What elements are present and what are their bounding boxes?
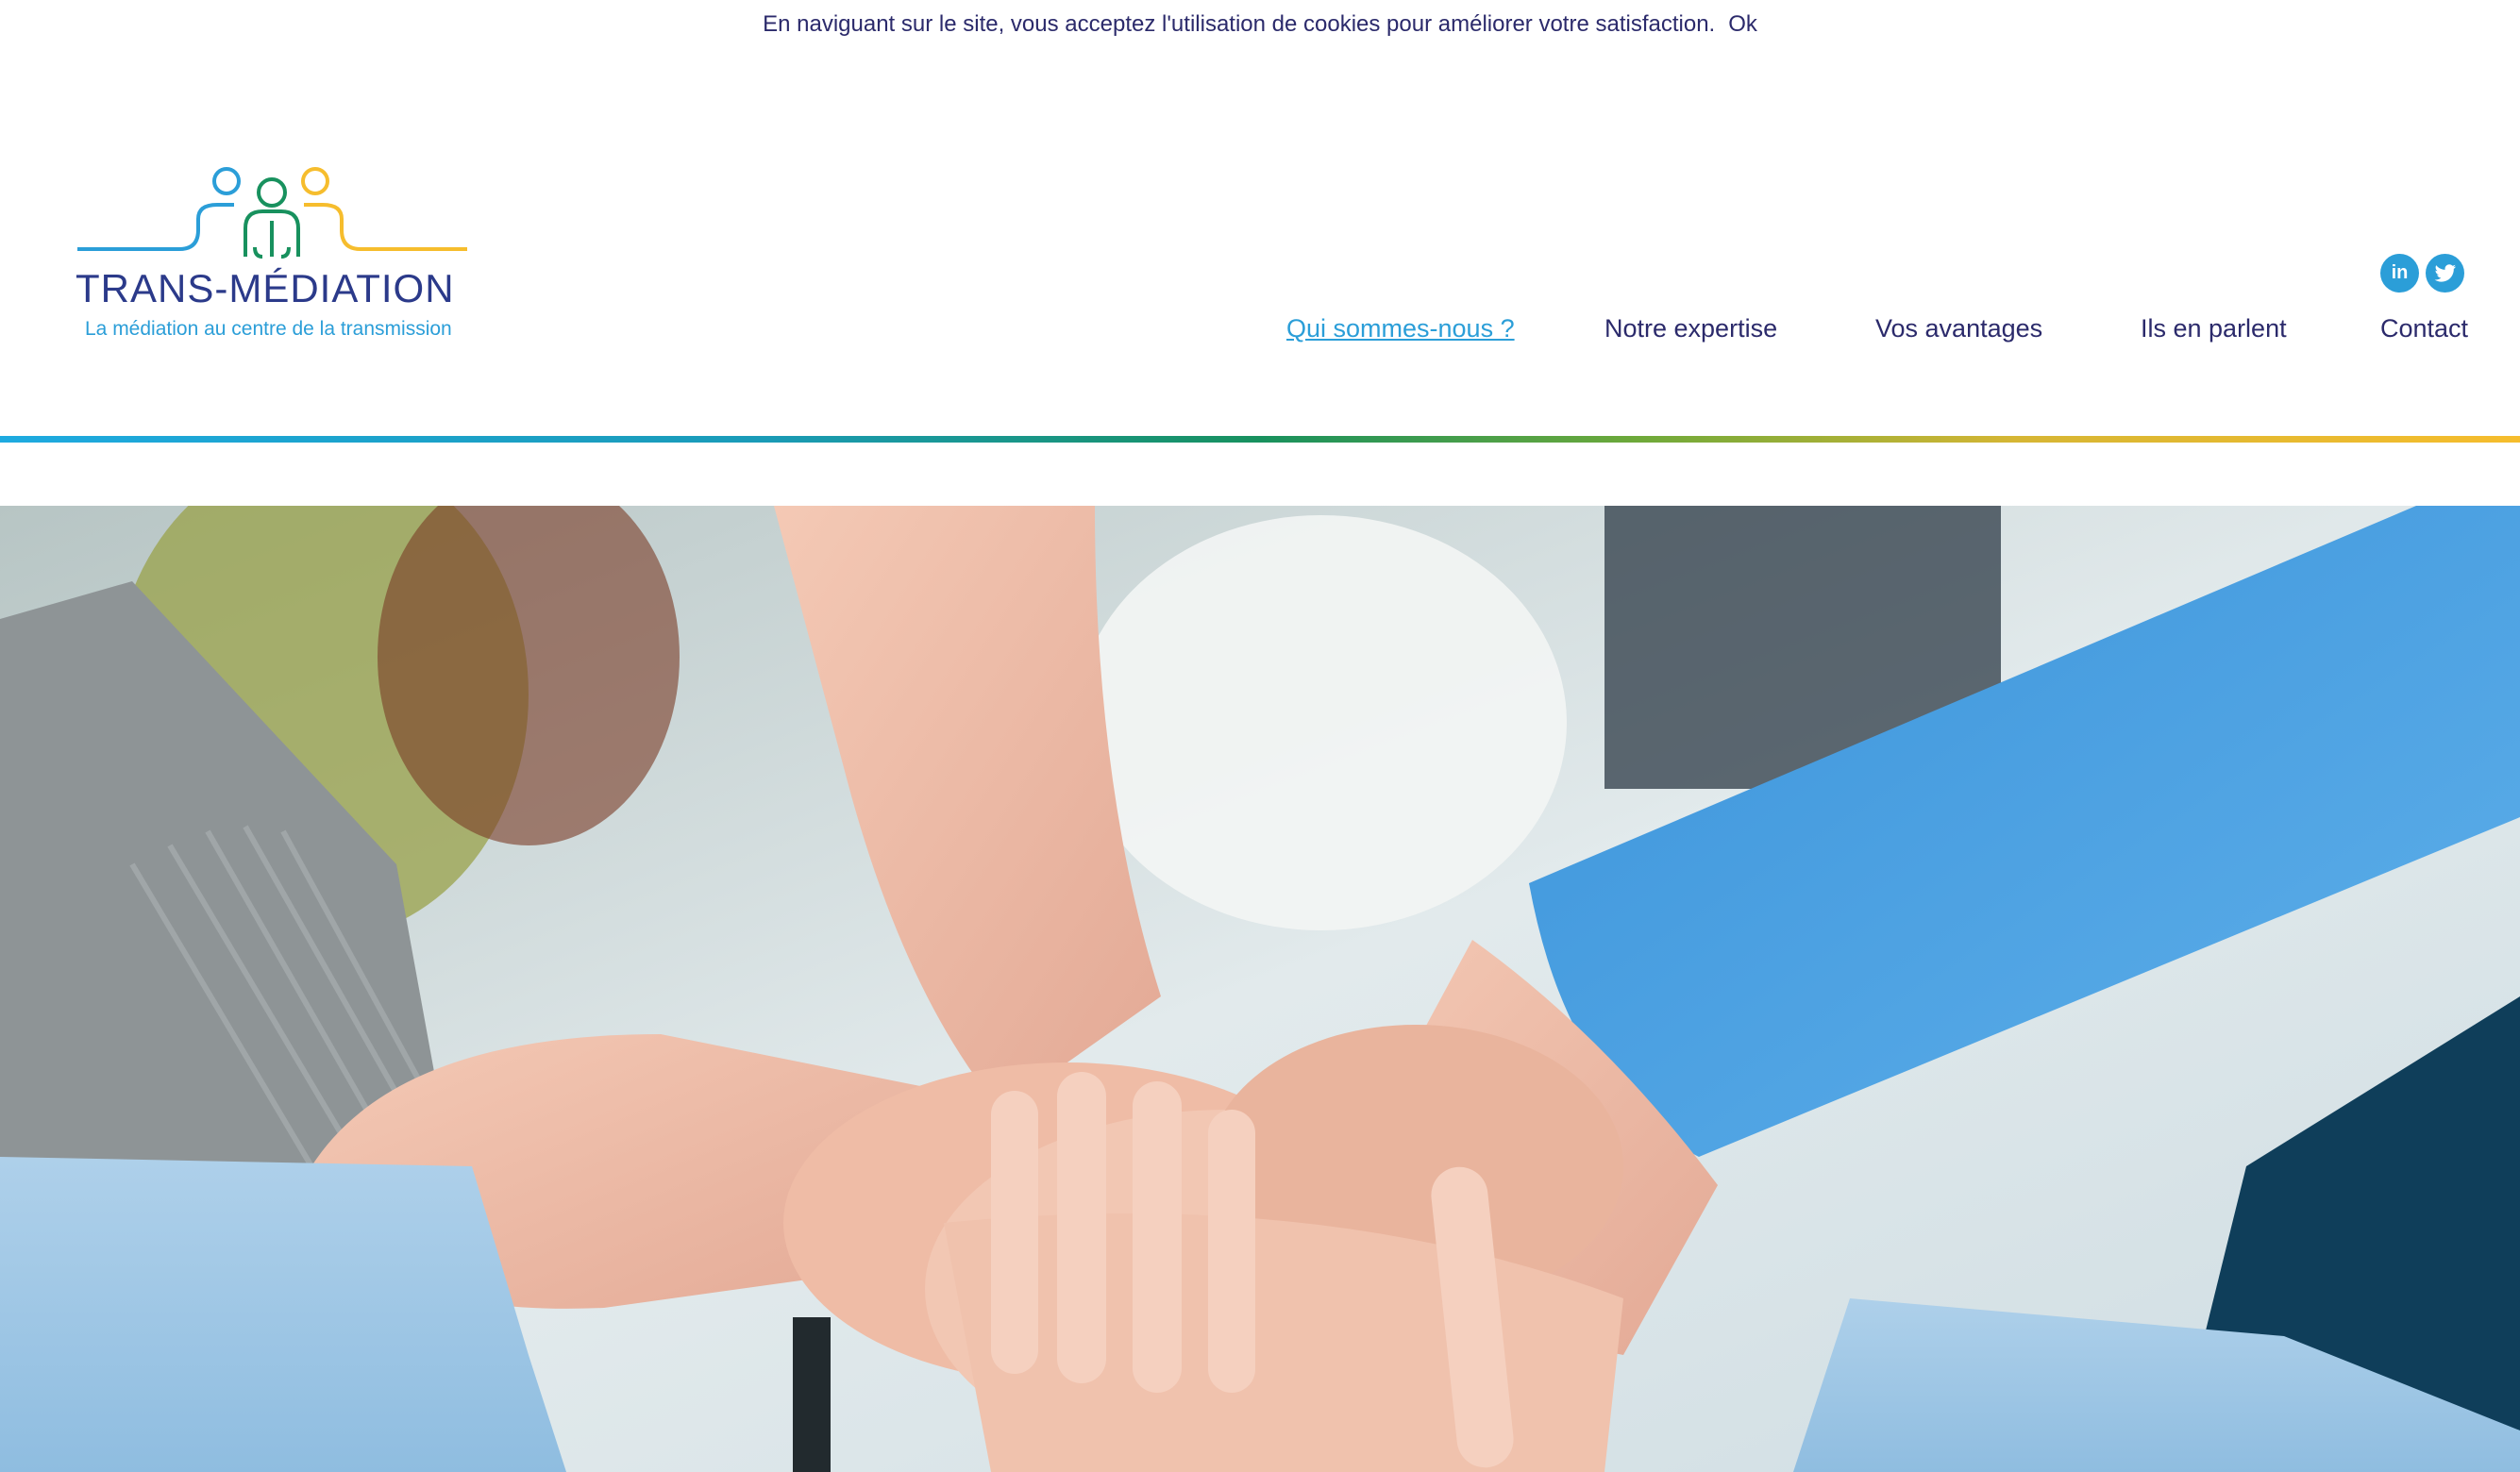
linkedin-icon[interactable]: in xyxy=(2380,254,2419,293)
nav-item-notre-expertise[interactable]: Notre expertise xyxy=(1604,314,1777,343)
hero-image xyxy=(0,506,2520,1472)
main-nav: Qui sommes-nous ? Notre expertise Vos av… xyxy=(0,314,2520,348)
twitter-icon[interactable] xyxy=(2426,254,2464,293)
linkedin-label: in xyxy=(2391,262,2409,283)
hero-hands-illustration xyxy=(0,506,2520,1472)
cookie-message: En naviguant sur le site, vous acceptez … xyxy=(763,11,1716,37)
nav-item-qui-sommes-nous[interactable]: Qui sommes-nous ? xyxy=(1286,314,1515,343)
logo-people-icon xyxy=(77,167,467,259)
cookie-ok-button[interactable]: Ok xyxy=(1728,11,1757,38)
logo-title: TRANS-MÉDIATION xyxy=(76,266,455,310)
nav-item-contact[interactable]: Contact xyxy=(2380,314,2468,343)
nav-item-vos-avantages[interactable]: Vos avantages xyxy=(1875,314,2042,343)
header-gradient-divider xyxy=(0,436,2520,443)
cookie-banner: En naviguant sur le site, vous acceptez … xyxy=(0,0,2520,49)
nav-item-ils-en-parlent[interactable]: Ils en parlent xyxy=(2141,314,2287,343)
social-links: in xyxy=(2380,254,2464,293)
